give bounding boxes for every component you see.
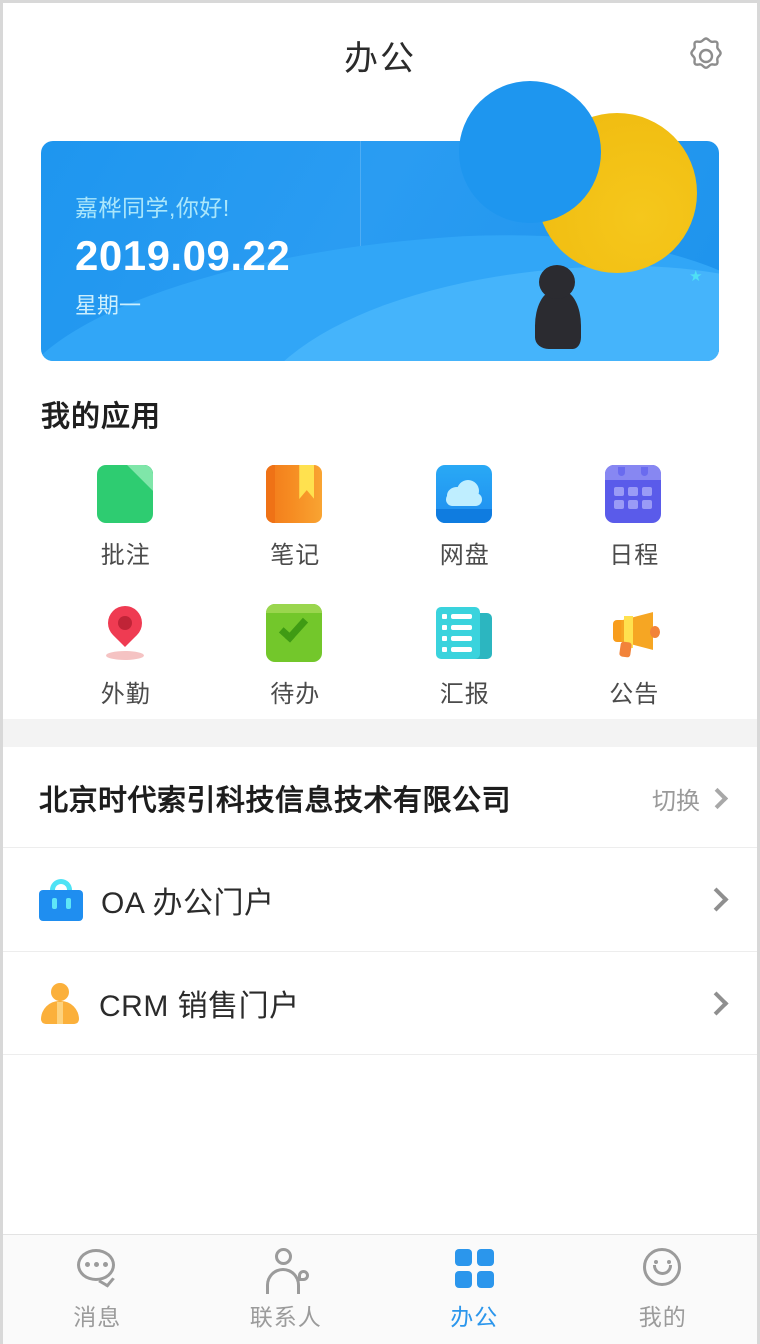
app-item-annotation[interactable]: 批注 <box>41 459 211 580</box>
gear-icon <box>690 37 722 69</box>
settings-button[interactable] <box>681 31 731 81</box>
checkmark-icon <box>266 604 324 662</box>
greeting-banner[interactable]: ★ ★ ★ 嘉桦同学,你好! 2019.09.22 星期一 <box>3 81 757 361</box>
app-item-todo[interactable]: 待办 <box>211 598 381 719</box>
smiley-icon <box>640 1247 686 1289</box>
my-apps-title: 我的应用 <box>41 401 162 433</box>
person-icon <box>39 982 81 1024</box>
moon-crescent-cut <box>459 81 601 223</box>
contacts-icon <box>263 1247 309 1294</box>
banner-date: 2019.09.22 <box>75 232 291 279</box>
app-item-announcement[interactable]: 公告 <box>550 598 720 719</box>
my-apps-grid: 批注 笔记 网盘 日程 外勤 待办 汇报 公告 <box>41 459 719 719</box>
megaphone-icon <box>605 604 663 662</box>
tab-office[interactable]: 办公 <box>380 1235 569 1344</box>
grid-icon <box>451 1247 497 1289</box>
chevron-right-icon <box>704 990 729 1016</box>
briefcase-icon <box>39 878 83 921</box>
report-list-icon <box>435 604 494 662</box>
company-name: 北京时代索引科技信息技术有限公司 <box>39 785 512 817</box>
portal-label: OA 办公门户 <box>101 886 275 920</box>
portal-label: CRM 销售门户 <box>99 990 300 1023</box>
app-label: 汇报 <box>439 681 490 708</box>
location-pin-icon <box>97 598 155 662</box>
app-item-schedule[interactable]: 日程 <box>550 459 720 580</box>
section-divider <box>3 719 757 747</box>
app-label: 外勤 <box>100 681 151 708</box>
tab-messages[interactable]: 消息 <box>3 1235 192 1344</box>
switch-label: 切换 <box>652 787 700 815</box>
tab-label: 办公 <box>450 1304 499 1330</box>
tab-label: 我的 <box>638 1304 687 1330</box>
banner-greeting: 嘉桦同学,你好! <box>75 195 230 221</box>
app-label: 待办 <box>270 681 321 708</box>
banner-weekday: 星期一 <box>75 293 142 319</box>
portal-item-crm[interactable]: CRM 销售门户 <box>3 951 757 1055</box>
app-item-fieldwork[interactable]: 外勤 <box>41 598 211 719</box>
tab-contacts[interactable]: 联系人 <box>192 1235 381 1344</box>
page-title: 办公 <box>344 40 416 78</box>
notebook-icon <box>266 465 324 523</box>
person-silhouette-head <box>539 265 575 299</box>
annotation-icon <box>96 465 155 523</box>
app-item-report[interactable]: 汇报 <box>380 598 550 719</box>
chat-bubble-icon <box>74 1247 120 1289</box>
my-apps-section: 我的应用 批注 笔记 网盘 日程 外勤 待办 汇报 公告 <box>3 361 757 719</box>
app-item-notes[interactable]: 笔记 <box>211 459 381 580</box>
bottom-tab-bar: 消息 联系人 办公 我的 <box>3 1234 757 1344</box>
app-label: 批注 <box>100 542 151 569</box>
app-label: 笔记 <box>270 542 321 569</box>
tab-mine[interactable]: 我的 <box>569 1235 758 1344</box>
company-header: 北京时代索引科技信息技术有限公司 切换 <box>3 747 757 847</box>
tab-label: 消息 <box>73 1304 122 1330</box>
app-screen: 办公 ★ ★ ★ 嘉桦同学,你好! 2019.09.22 <box>0 0 760 1344</box>
star-icon: ★ <box>689 268 703 285</box>
calendar-icon <box>605 465 663 523</box>
app-label: 网盘 <box>439 542 490 569</box>
cloud-drive-icon <box>435 465 494 523</box>
app-label: 公告 <box>609 681 660 708</box>
content-filler <box>3 1055 757 1234</box>
app-header: 办公 <box>3 3 757 108</box>
chevron-right-icon <box>706 787 729 809</box>
portal-item-oa[interactable]: OA 办公门户 <box>3 847 757 951</box>
app-label: 日程 <box>609 542 660 569</box>
switch-company-button[interactable]: 切换 <box>652 781 729 816</box>
tab-label: 联系人 <box>249 1304 322 1330</box>
company-section: 北京时代索引科技信息技术有限公司 切换 OA 办公门户 CRM 销售门户 <box>3 747 757 1055</box>
chevron-right-icon <box>704 887 729 912</box>
app-item-cloud-drive[interactable]: 网盘 <box>380 459 550 580</box>
person-silhouette <box>535 291 581 349</box>
